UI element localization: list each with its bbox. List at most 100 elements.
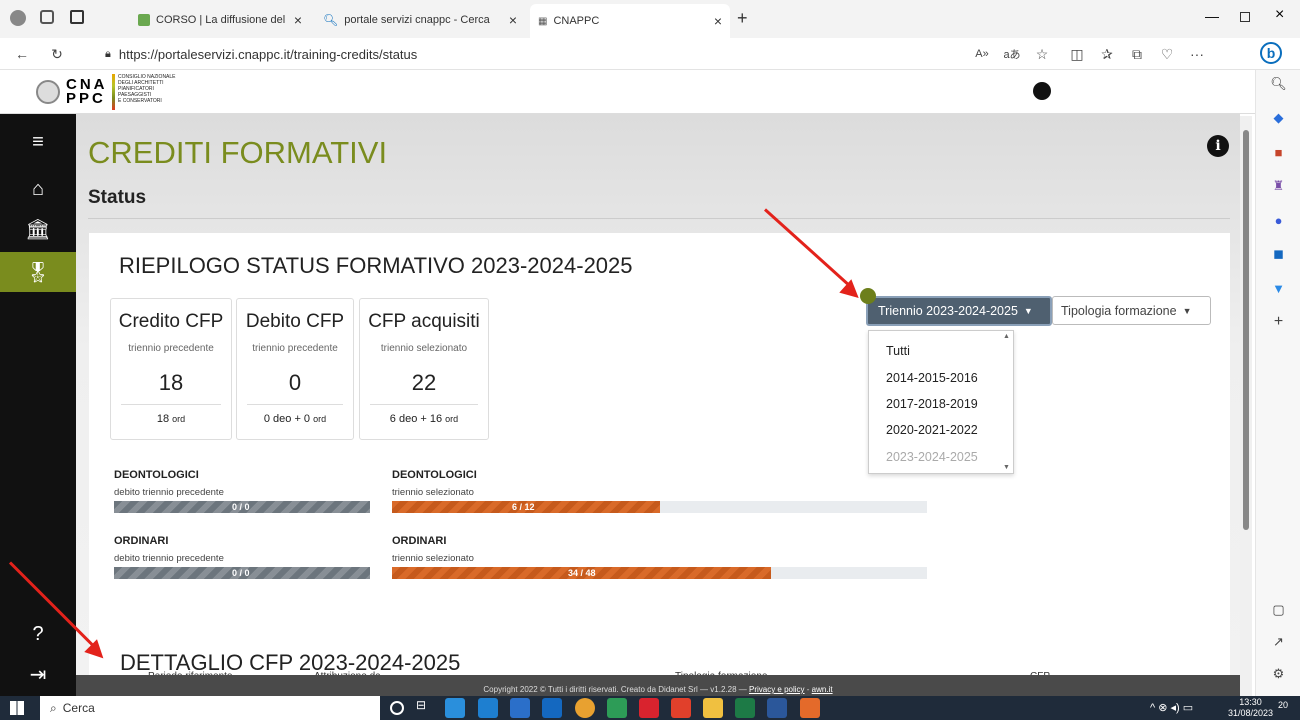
edge-app-icon[interactable] — [445, 698, 465, 718]
add-icon[interactable]: + — [1256, 310, 1300, 334]
profile-icon[interactable] — [10, 10, 26, 26]
maximize-button[interactable] — [1240, 12, 1250, 22]
word-app-icon[interactable] — [767, 698, 787, 718]
favorites-icon[interactable]: ✰ — [1095, 42, 1119, 66]
shopping-tag-icon[interactable]: ◆ — [1256, 106, 1300, 130]
tab-cnappc[interactable]: ▦ CNAPPC × — [530, 4, 730, 38]
chrome-app-icon[interactable] — [575, 698, 595, 718]
app-icon[interactable] — [800, 698, 820, 718]
send-icon[interactable]: ▼ — [1256, 276, 1300, 300]
triennio-options-list: Tutti 2014-2015-2016 2017-2018-2019 2020… — [868, 330, 1014, 474]
triennio-dropdown[interactable]: Triennio 2023-2024-2025 ▼ — [866, 296, 1052, 326]
tray-icons[interactable]: ^ ⊗ ◂) ▭ — [1150, 701, 1193, 714]
institution-icon[interactable]: 🏛︎ — [0, 209, 76, 249]
acquisiti-card: CFP acquisiti triennio selezionato 22 6 … — [359, 298, 489, 440]
scrollbar[interactable] — [1240, 116, 1252, 696]
settings-gear-icon[interactable]: ⚙ — [1256, 662, 1300, 686]
footer: Copyright 2022 © Tutti i diritti riserva… — [76, 675, 1240, 696]
favorite-star-icon[interactable]: ☆ — [1030, 42, 1054, 66]
cortana-icon[interactable] — [390, 701, 404, 715]
card-title: Debito CFP — [245, 311, 345, 332]
collections-toolbar-icon[interactable]: ⧉ — [1125, 42, 1149, 66]
more-icon[interactable]: ··· — [1185, 42, 1209, 66]
acrobat-app-icon[interactable] — [639, 698, 659, 718]
menu-icon[interactable]: ≡ — [0, 122, 76, 162]
copilot-icon[interactable]: ● — [1256, 208, 1300, 232]
cnappc-logo[interactable]: CNA PPC CONSIGLIO NAZIONALE DEGLI ARCHIT… — [36, 74, 176, 110]
logout-icon[interactable]: ⇥ — [0, 654, 76, 694]
search-tab-icon: 🔍︎ — [323, 13, 339, 27]
clock-time[interactable]: 13:30 — [1228, 697, 1273, 708]
progress-label: ORDINARI — [392, 535, 447, 547]
excel-app-icon[interactable] — [735, 698, 755, 718]
home-icon[interactable]: ⌂ — [0, 169, 76, 209]
option-tutti[interactable]: Tutti — [886, 344, 910, 358]
new-tab-button[interactable]: + — [737, 8, 748, 29]
external-link-icon[interactable]: ↗ — [1256, 630, 1300, 654]
awn-link[interactable]: awn.it — [812, 685, 833, 694]
windows-start-icon[interactable] — [10, 701, 24, 715]
store-app-icon[interactable] — [510, 698, 530, 718]
notification-count: 20 — [1278, 700, 1289, 710]
user-icon[interactable] — [1033, 82, 1051, 100]
bing-icon[interactable]: b — [1260, 42, 1282, 64]
close-tab-icon[interactable]: × — [509, 12, 517, 28]
sidebar: ≡ ⌂ 🏛︎ 🎖︎ ? ⇥ — [0, 114, 76, 696]
close-tab-icon[interactable]: × — [294, 12, 302, 28]
card-sub: triennio precedente — [252, 343, 338, 354]
explorer-app-icon[interactable] — [703, 698, 723, 718]
refresh-icon[interactable]: ↻ — [45, 42, 69, 66]
card-foot-num: 0 deo + 0 — [263, 413, 311, 425]
lock-icon: 🔒︎ — [105, 47, 111, 60]
card-sub: triennio selezionato — [380, 343, 468, 354]
logo-letters: CNA PPC — [66, 76, 107, 107]
credito-card: Credito CFP triennio precedente 18 18 or… — [110, 298, 232, 440]
tab-actions-icon[interactable] — [70, 10, 84, 24]
task-view-icon[interactable]: ⊟ — [416, 698, 436, 718]
files-app-icon[interactable] — [607, 698, 627, 718]
notifications-icon[interactable]: 20 — [1278, 700, 1288, 710]
app-icon[interactable] — [671, 698, 691, 718]
search-icon[interactable]: 🔍︎ — [1256, 72, 1300, 96]
split-screen-icon[interactable]: ◫ — [1065, 42, 1089, 66]
option-2020[interactable]: 2020-2021-2022 — [886, 423, 978, 437]
minimize-button[interactable]: — — [1205, 8, 1219, 24]
options-scrollbar[interactable]: ▲ ▼ — [1003, 333, 1011, 471]
triennio-label: Triennio 2023-2024-2025 — [878, 304, 1018, 318]
tab-search[interactable]: 🔍︎ portale servizi cnappc - Cerca × — [315, 6, 525, 34]
extensions-icon[interactable]: ♡ — [1155, 42, 1179, 66]
tipologia-dropdown[interactable]: Tipologia formazione ▼ — [1052, 296, 1211, 325]
translate-icon[interactable]: aあ — [1000, 42, 1024, 66]
tab-corso[interactable]: CORSO | La diffusione della cultu × — [130, 6, 310, 34]
collections-icon[interactable] — [40, 10, 54, 24]
logo-line: E CONSERVATORI — [118, 98, 162, 104]
progress-sub: debito triennio precedente — [114, 553, 224, 564]
outlook-icon[interactable]: ◼ — [1256, 242, 1300, 266]
option-2014[interactable]: 2014-2015-2016 — [886, 371, 978, 385]
games-icon[interactable]: ♜ — [1256, 174, 1300, 198]
training-credits-icon[interactable]: 🎖︎ — [0, 252, 76, 292]
option-2023[interactable]: 2023-2024-2025 — [886, 450, 978, 464]
search-icon: ⌕ — [50, 700, 57, 715]
caret-down-icon: ▼ — [1023, 306, 1033, 316]
footer-text: Copyright 2022 © Tutti i diritti riserva… — [483, 685, 747, 694]
progress-label: ORDINARI — [114, 535, 169, 547]
close-window-button[interactable]: × — [1275, 6, 1284, 24]
outlook-app-icon[interactable] — [542, 698, 562, 718]
url-field[interactable]: 🔒︎ https://portaleservizi.cnappc.it/trai… — [105, 43, 965, 65]
back-icon[interactable]: ← — [10, 42, 34, 66]
tools-icon[interactable]: ■ — [1256, 140, 1300, 164]
scroll-thumb[interactable] — [1243, 130, 1249, 530]
sidebar-layout-icon[interactable]: ▢ — [1256, 598, 1300, 622]
taskbar-search[interactable]: ⌕ Cerca — [40, 696, 380, 720]
option-2017[interactable]: 2017-2018-2019 — [886, 397, 978, 411]
read-aloud-icon[interactable]: A» — [970, 42, 994, 66]
clock-date[interactable]: 31/08/2023 — [1228, 708, 1273, 719]
progress-sub: triennio selezionato — [392, 487, 474, 498]
mail-app-icon[interactable] — [478, 698, 498, 718]
info-icon[interactable]: i — [1207, 135, 1229, 157]
privacy-link[interactable]: Privacy e policy — [749, 685, 805, 694]
close-tab-icon[interactable]: × — [714, 13, 722, 29]
progress-label: DEONTOLOGICI — [114, 469, 199, 481]
corso-tab-icon — [138, 14, 150, 26]
